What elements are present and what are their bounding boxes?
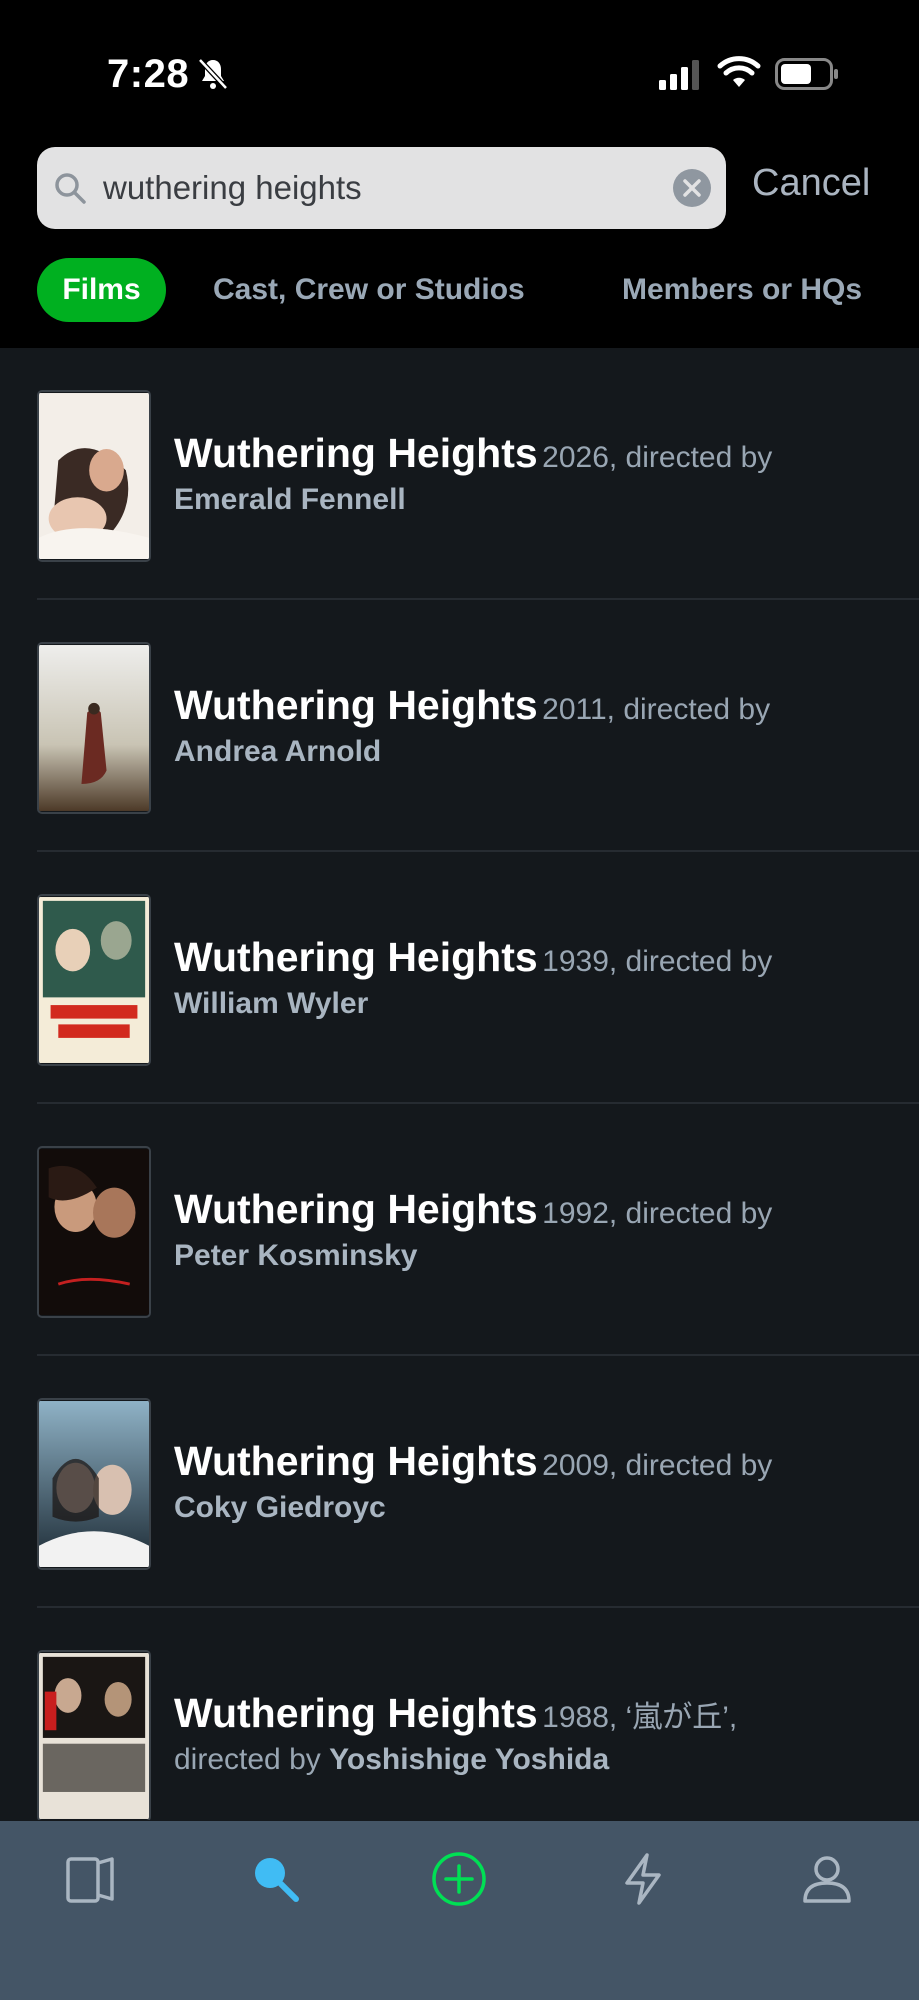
- search-header: Cancel Films Cast, Crew or Studios Membe…: [0, 140, 919, 348]
- result-row[interactable]: Wuthering Heights 2011, directed by Andr…: [0, 600, 919, 852]
- status-time: 7:28: [107, 52, 190, 96]
- result-text: Wuthering Heights 2009, directed by Coky…: [174, 1438, 894, 1525]
- search-input[interactable]: [103, 147, 663, 229]
- director-name[interactable]: Yoshishige Yoshida: [329, 1743, 609, 1776]
- director-name[interactable]: Emerald Fennell: [174, 483, 406, 516]
- film-poster[interactable]: [37, 1146, 151, 1318]
- battery-icon: [775, 58, 838, 90]
- film-meta: 1992, directed by: [542, 1197, 773, 1230]
- film-title: Wuthering Heights: [174, 934, 538, 980]
- film-meta: 1988, ‘嵐が丘’,: [542, 1701, 738, 1734]
- search-nav-icon[interactable]: [246, 1849, 306, 1909]
- film-poster[interactable]: [37, 642, 151, 814]
- result-text: Wuthering Heights 2011, directed by Andr…: [174, 682, 894, 769]
- tab-members-hqs[interactable]: Members or HQs: [622, 258, 862, 322]
- film-poster[interactable]: [37, 390, 151, 562]
- film-title: Wuthering Heights: [174, 1690, 538, 1736]
- films-icon[interactable]: [62, 1849, 122, 1909]
- wifi-icon: [717, 56, 761, 87]
- result-row[interactable]: Wuthering Heights 1988, ‘嵐が丘’, directed …: [0, 1608, 919, 1820]
- film-meta: 1939, directed by: [542, 945, 773, 978]
- result-row[interactable]: Wuthering Heights 1992, directed by Pete…: [0, 1104, 919, 1356]
- tab-cast-crew-studios[interactable]: Cast, Crew or Studios: [213, 258, 525, 322]
- director-name[interactable]: William Wyler: [174, 987, 368, 1020]
- film-meta: 2026, directed by: [542, 441, 773, 474]
- result-row[interactable]: Wuthering Heights 2009, directed by Coky…: [0, 1356, 919, 1608]
- add-icon[interactable]: [429, 1849, 489, 1909]
- film-poster[interactable]: [37, 1650, 151, 1820]
- director-name[interactable]: Andrea Arnold: [174, 735, 381, 768]
- director-name[interactable]: Coky Giedroyc: [174, 1491, 386, 1524]
- search-icon: [55, 173, 86, 204]
- profile-icon[interactable]: [797, 1849, 857, 1909]
- film-meta: 2011, directed by: [542, 693, 771, 726]
- film-poster[interactable]: [37, 1398, 151, 1570]
- filter-tabs: Films Cast, Crew or Studios Members or H…: [0, 258, 919, 324]
- result-text: Wuthering Heights 1939, directed by Will…: [174, 934, 894, 1021]
- film-title: Wuthering Heights: [174, 682, 538, 728]
- result-text: Wuthering Heights 1988, ‘嵐が丘’, directed …: [174, 1690, 894, 1777]
- status-bar: 7:28: [0, 0, 919, 140]
- director-name[interactable]: Peter Kosminsky: [174, 1239, 417, 1272]
- bell-muted-icon: [198, 58, 228, 90]
- results-list: Wuthering Heights 2026, directed by Emer…: [0, 348, 919, 1820]
- result-row[interactable]: Wuthering Heights 1939, directed by Will…: [0, 852, 919, 1104]
- film-meta: 2009, directed by: [542, 1449, 773, 1482]
- signal-icon: [659, 60, 699, 90]
- result-row[interactable]: Wuthering Heights 2026, directed by Emer…: [0, 348, 919, 600]
- film-title: Wuthering Heights: [174, 1186, 538, 1232]
- tab-films[interactable]: Films: [37, 258, 166, 322]
- clear-icon[interactable]: [672, 168, 712, 208]
- film-poster[interactable]: [37, 894, 151, 1066]
- film-title: Wuthering Heights: [174, 1438, 538, 1484]
- result-text: Wuthering Heights 2026, directed by Emer…: [174, 430, 894, 517]
- result-text: Wuthering Heights 1992, directed by Pete…: [174, 1186, 894, 1273]
- search-box[interactable]: [37, 147, 726, 229]
- activity-icon[interactable]: [613, 1849, 673, 1909]
- film-title: Wuthering Heights: [174, 430, 538, 476]
- director-prefix: directed by: [174, 1743, 330, 1776]
- bottom-nav: [0, 1821, 919, 2000]
- cancel-button[interactable]: Cancel: [752, 162, 870, 205]
